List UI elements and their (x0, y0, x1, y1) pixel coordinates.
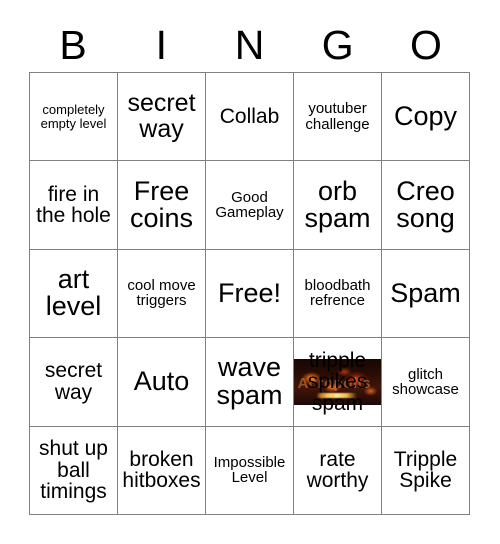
bingo-cell[interactable]: Copy (382, 73, 470, 162)
bingo-cell[interactable]: fire in the hole (30, 161, 118, 250)
bingo-cell-label: completely empty level (40, 102, 107, 131)
bingo-cell-free[interactable]: Free! (206, 249, 294, 339)
bingo-cell-label: cool move triggers (127, 277, 196, 310)
header-letter-b: B (59, 21, 87, 68)
header-letter-g: G (321, 21, 354, 68)
bingo-cell[interactable]: secret way (30, 338, 118, 427)
bingo-cell-label: broken hitboxes (122, 447, 201, 493)
bingo-cell-label: secret way (127, 89, 196, 143)
bingo-cell-label: orb spam (304, 175, 371, 234)
bingo-card: B I N G O completely empty level secret w… (0, 0, 500, 544)
bingo-cell-label: Copy (393, 100, 458, 131)
bingo-cell-label: fire in the hole (36, 182, 111, 228)
bingo-cell-label: wave spam (216, 352, 283, 410)
bingo-cell-label: shut up ball timings (39, 437, 108, 503)
bingo-cell[interactable]: Collab (206, 73, 294, 162)
bingo-cell[interactable]: secret way (118, 73, 206, 162)
bingo-cell-label: glitch showcase (392, 365, 459, 398)
bingo-cell[interactable]: Good Gameplay (206, 161, 294, 250)
header-letter-n: N (234, 21, 265, 68)
bingo-cell[interactable]: bloodbath refrence (294, 249, 382, 339)
bingo-cell[interactable]: art level (30, 249, 118, 339)
bingo-cell-label: Free! (217, 277, 282, 308)
bingo-header-row: B I N G O (29, 18, 470, 72)
bingo-cell[interactable]: Auto (118, 338, 206, 427)
bingo-cell[interactable]: youtuber challenge (294, 73, 382, 162)
bingo-cell[interactable]: cool move triggers (118, 249, 206, 339)
header-letter-i: I (155, 21, 167, 68)
bingo-cell-label: Creo song (396, 175, 455, 234)
bingo-cell-label: secret way (44, 359, 103, 404)
bingo-cell-label: Tripple Spike (393, 447, 458, 493)
bingo-cell[interactable]: glitch showcase (382, 338, 470, 427)
bingo-cell-label: youtuber challenge (305, 100, 370, 133)
bingo-cell[interactable]: rate worthy (294, 426, 382, 515)
bingo-cell[interactable]: orb spam (294, 161, 382, 250)
header-letter-o: O (409, 21, 442, 68)
bingo-cell-label: Collab (219, 104, 280, 128)
bingo-cell-label: tripple spikes spam (307, 348, 368, 415)
bingo-cell[interactable]: wave spam (206, 338, 294, 427)
bingo-cell[interactable]: broken hitboxes (118, 426, 206, 515)
bingo-cell-label: art level (45, 263, 102, 322)
bingo-cell-label: Free coins (129, 175, 194, 234)
bingo-cell[interactable]: completely empty level (30, 73, 118, 162)
bingo-cell-label: rate worthy (306, 447, 369, 493)
bingo-cell-label: Impossible Level (213, 454, 286, 487)
bingo-cell[interactable]: Tripple Spike (382, 426, 470, 515)
bingo-cell-label: Good Gameplay (215, 188, 284, 222)
bingo-cell[interactable]: Free coins (118, 161, 206, 250)
bingo-cell[interactable]: Acropolis tripple spikes spam (294, 338, 382, 427)
bingo-cell[interactable]: shut up ball timings (30, 426, 118, 515)
bingo-cell[interactable]: Spam (382, 249, 470, 339)
bingo-cell-label: Spam (390, 277, 461, 308)
bingo-cell-label: bloodbath refrence (304, 277, 371, 310)
bingo-cell[interactable]: Creo song (382, 161, 470, 250)
bingo-cell[interactable]: Impossible Level (206, 426, 294, 515)
bingo-grid: completely empty level secret way Collab yo… (29, 72, 470, 515)
bingo-cell-label: Auto (133, 366, 190, 397)
